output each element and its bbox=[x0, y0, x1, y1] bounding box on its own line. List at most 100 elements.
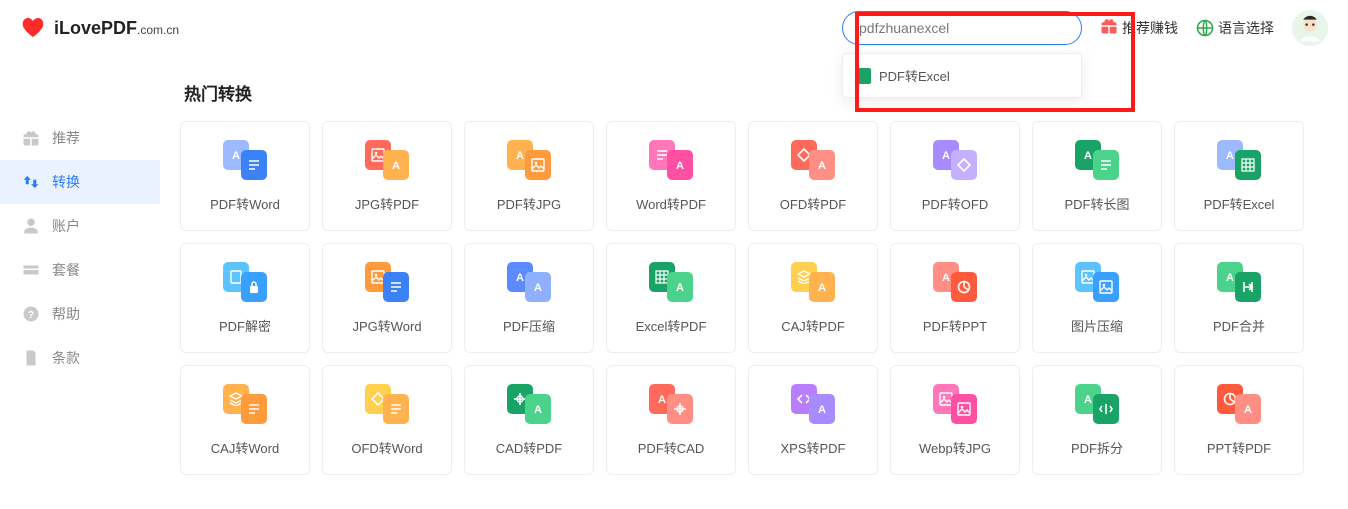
section-title: 热门转换 bbox=[184, 80, 1338, 105]
tool-card[interactable]: CAJ转PDF bbox=[748, 243, 878, 353]
tool-card[interactable]: OFD转PDF bbox=[748, 121, 878, 231]
tool-card[interactable]: PDF合并 bbox=[1174, 243, 1304, 353]
sidebar-item-terms[interactable]: 条款 bbox=[0, 336, 160, 380]
tool-card[interactable]: PDF转OFD bbox=[890, 121, 1020, 231]
tool-label: PDF合并 bbox=[1213, 316, 1265, 335]
tool-card[interactable]: PDF压缩 bbox=[464, 243, 594, 353]
tool-icon bbox=[1075, 262, 1119, 302]
tool-icon bbox=[223, 384, 267, 424]
tool-icon bbox=[791, 140, 835, 180]
user-icon bbox=[22, 217, 40, 235]
tool-card[interactable]: PDF拆分 bbox=[1032, 365, 1162, 475]
sidebar-item-label: 条款 bbox=[52, 348, 80, 368]
gift-icon bbox=[22, 129, 40, 147]
tool-icon bbox=[223, 140, 267, 180]
svg-text:?: ? bbox=[28, 309, 34, 321]
reward-label: 推荐赚钱 bbox=[1122, 18, 1178, 38]
search-wrap: PDF转Excel bbox=[842, 11, 1082, 45]
tool-card[interactable]: XPS转PDF bbox=[748, 365, 878, 475]
tool-card[interactable]: PDF解密 bbox=[180, 243, 310, 353]
tool-icon bbox=[1075, 384, 1119, 424]
tool-card[interactable]: PPT转PDF bbox=[1174, 365, 1304, 475]
brand-name: iLovePDF.com.cn bbox=[54, 18, 179, 39]
header-right: PDF转Excel 推荐赚钱 语言选择 bbox=[842, 10, 1328, 46]
tool-card[interactable]: PDF转PPT bbox=[890, 243, 1020, 353]
tool-card[interactable]: CAD转PDF bbox=[464, 365, 594, 475]
tool-icon bbox=[507, 262, 551, 302]
tool-icon bbox=[365, 140, 409, 180]
sidebar: 推荐 转换 账户 套餐? 帮助 条款 bbox=[0, 56, 160, 380]
tool-icon bbox=[507, 384, 551, 424]
tool-icon bbox=[649, 262, 693, 302]
sidebar-item-label: 推荐 bbox=[52, 128, 80, 148]
tool-label: Word转PDF bbox=[636, 194, 706, 213]
tool-icon bbox=[649, 384, 693, 424]
tool-label: Webp转JPG bbox=[919, 438, 991, 457]
tool-card[interactable]: PDF转JPG bbox=[464, 121, 594, 231]
tool-label: PDF转Word bbox=[210, 194, 280, 213]
tool-label: CAJ转PDF bbox=[781, 316, 845, 335]
reward-link[interactable]: 推荐赚钱 bbox=[1100, 17, 1178, 40]
search-suggestion-label: PDF转Excel bbox=[879, 66, 950, 85]
tool-card[interactable]: PDF转长图 bbox=[1032, 121, 1162, 231]
tool-label: OFD转Word bbox=[351, 438, 422, 457]
tool-icon bbox=[223, 262, 267, 302]
heart-logo-icon bbox=[20, 16, 46, 40]
card-icon bbox=[22, 261, 40, 279]
excel-mini-icon bbox=[857, 68, 871, 84]
language-link[interactable]: 语言选择 bbox=[1196, 18, 1274, 38]
tool-label: CAJ转Word bbox=[211, 438, 279, 457]
tool-label: JPG转Word bbox=[352, 316, 421, 335]
tool-label: PDF转JPG bbox=[497, 194, 561, 213]
tool-label: JPG转PDF bbox=[355, 194, 419, 213]
tool-icon bbox=[365, 262, 409, 302]
tool-label: PDF拆分 bbox=[1071, 438, 1123, 457]
tool-icon bbox=[1217, 262, 1261, 302]
tool-card[interactable]: PDF转Excel bbox=[1174, 121, 1304, 231]
sidebar-item-plan[interactable]: 套餐 bbox=[0, 248, 160, 292]
tool-icon bbox=[1075, 140, 1119, 180]
tool-label: PDF转长图 bbox=[1064, 194, 1129, 213]
tool-card[interactable]: Excel转PDF bbox=[606, 243, 736, 353]
tool-card[interactable]: CAJ转Word bbox=[180, 365, 310, 475]
tool-card[interactable]: JPG转Word bbox=[322, 243, 452, 353]
tool-label: PDF转PPT bbox=[923, 316, 987, 335]
tool-icon bbox=[791, 262, 835, 302]
sidebar-item-account[interactable]: 账户 bbox=[0, 204, 160, 248]
header: iLovePDF.com.cn PDF转Excel 推荐赚钱 语言选择 bbox=[0, 0, 1348, 56]
globe-icon bbox=[1196, 19, 1214, 37]
sidebar-item-recommend[interactable]: 推荐 bbox=[0, 116, 160, 160]
tool-icon bbox=[791, 384, 835, 424]
tool-icon bbox=[933, 140, 977, 180]
tool-card[interactable]: Word转PDF bbox=[606, 121, 736, 231]
tool-icon bbox=[649, 140, 693, 180]
doc-icon bbox=[22, 349, 40, 367]
tool-label: CAD转PDF bbox=[496, 438, 562, 457]
tool-grid: PDF转Word JPG转PDF PDF转JPG Word转PDF OFD转PD… bbox=[180, 121, 1338, 475]
help-icon: ? bbox=[22, 305, 40, 323]
sidebar-item-label: 转换 bbox=[52, 172, 80, 192]
search-input[interactable] bbox=[842, 11, 1082, 45]
tool-label: Excel转PDF bbox=[636, 316, 707, 335]
tool-card[interactable]: Webp转JPG bbox=[890, 365, 1020, 475]
tool-label: PPT转PDF bbox=[1207, 438, 1271, 457]
sidebar-item-label: 帮助 bbox=[52, 304, 80, 324]
avatar[interactable] bbox=[1292, 10, 1328, 46]
sidebar-item-convert[interactable]: 转换 bbox=[0, 160, 160, 204]
tool-label: PDF转CAD bbox=[638, 438, 704, 457]
search-suggestion-item[interactable]: PDF转Excel bbox=[857, 66, 1067, 85]
tool-icon bbox=[933, 262, 977, 302]
sidebar-item-label: 套餐 bbox=[52, 260, 80, 280]
tool-card[interactable]: OFD转Word bbox=[322, 365, 452, 475]
tool-card[interactable]: PDF转Word bbox=[180, 121, 310, 231]
tool-card[interactable]: JPG转PDF bbox=[322, 121, 452, 231]
sidebar-item-help[interactable]: ? 帮助 bbox=[0, 292, 160, 336]
gift-icon bbox=[1100, 17, 1118, 40]
tool-card[interactable]: PDF转CAD bbox=[606, 365, 736, 475]
tool-card[interactable]: 图片压缩 bbox=[1032, 243, 1162, 353]
tool-label: PDF压缩 bbox=[503, 316, 555, 335]
tool-label: PDF转Excel bbox=[1204, 194, 1275, 213]
tool-label: PDF转OFD bbox=[922, 194, 988, 213]
sidebar-item-label: 账户 bbox=[52, 216, 80, 236]
tool-icon bbox=[933, 384, 977, 424]
